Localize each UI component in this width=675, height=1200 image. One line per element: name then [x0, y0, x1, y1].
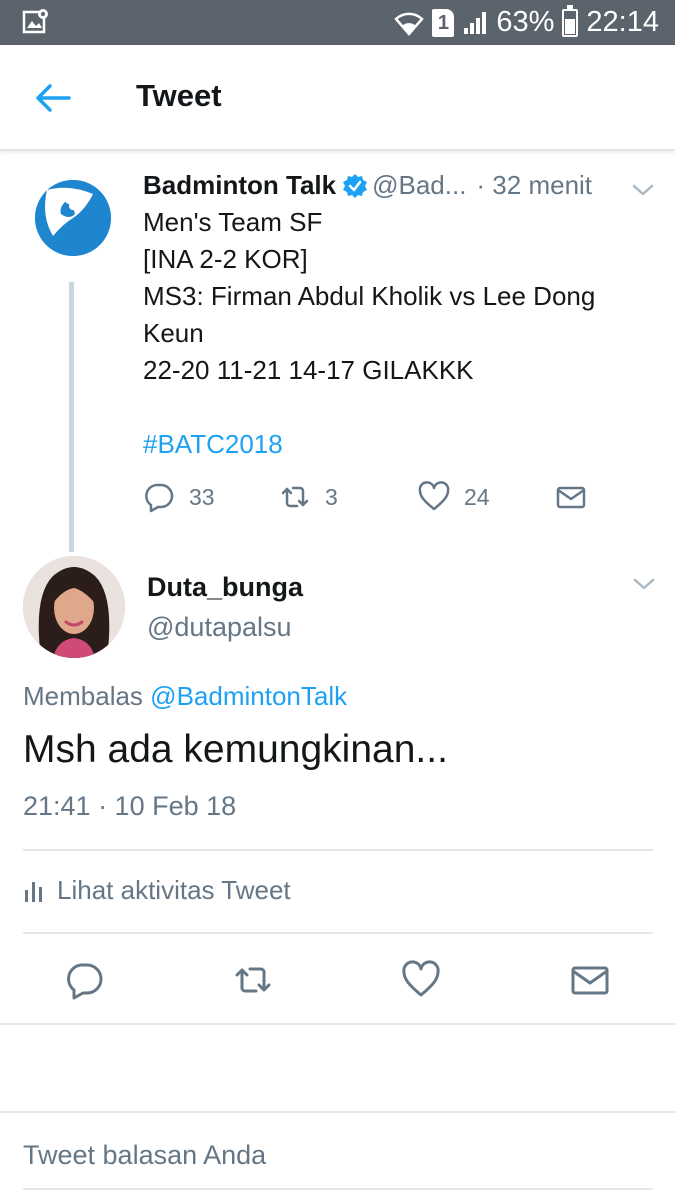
like-button[interactable] [401, 960, 441, 1000]
chevron-down-icon[interactable] [631, 574, 657, 594]
app-header: Tweet [0, 45, 675, 151]
reply-icon [145, 483, 174, 513]
tweet-text: Msh ada kemungkinan... [23, 728, 448, 771]
parent-author-handle[interactable]: @Bad... [372, 170, 466, 201]
heart-icon [418, 481, 450, 511]
envelope-icon [556, 486, 586, 509]
reply-button[interactable] [64, 960, 104, 1000]
hashtag-link[interactable]: #BATC2018 [143, 426, 648, 463]
reply-prefix: Membalas [23, 681, 143, 711]
battery-icon [562, 4, 579, 37]
reply-button[interactable]: 33 [143, 475, 215, 519]
verified-badge-icon [343, 173, 368, 198]
parent-author-name[interactable]: Badminton Talk [143, 170, 336, 201]
heart-icon [402, 960, 440, 997]
message-button[interactable] [555, 475, 587, 519]
tweet-activity-link[interactable]: Lihat aktivitas Tweet [23, 875, 291, 906]
divider [23, 849, 653, 851]
like-count: 24 [464, 483, 490, 510]
parent-tweet-header: Badminton Talk @Bad... · 32 menit [143, 170, 613, 201]
retweet-button[interactable]: 3 [279, 475, 338, 519]
divider [23, 932, 653, 934]
tweet-line: MS3: Firman Abdul Kholik vs Lee Dong [143, 281, 596, 311]
profile-photo [23, 556, 125, 658]
reply-composer-input[interactable]: Tweet balasan Anda [23, 1140, 266, 1171]
composer-top-border [0, 1111, 675, 1113]
duta-bunga-avatar[interactable] [23, 556, 125, 658]
divider [0, 1023, 675, 1025]
tweet-line: [INA 2-2 KOR] [143, 244, 308, 274]
parent-tweet-text: Men's Team SF [INA 2-2 KOR] MS3: Firman … [143, 204, 648, 463]
back-arrow-icon [36, 84, 71, 112]
retweet-icon [235, 967, 271, 993]
parent-tweet-actions: 33 3 24 [143, 475, 603, 519]
page-title: Tweet [136, 78, 222, 113]
replying-to: Membalas @BadmintonTalk [23, 681, 347, 712]
activity-label: Lihat aktivitas Tweet [57, 875, 291, 905]
tweet-line: 22-20 11-21 14-17 GILAKKK [143, 355, 474, 385]
wifi-icon [394, 12, 425, 36]
message-button[interactable] [570, 960, 610, 1000]
tweet-timestamp: 21:41 · 10 Feb 18 [23, 791, 237, 821]
status-indicators: 1 63% 22:14 [394, 0, 659, 45]
reply-count: 33 [189, 483, 215, 510]
parent-tweet-time: · 32 menit [476, 170, 593, 200]
bar-chart-icon [25, 881, 42, 902]
tweet-line: Keun [143, 318, 204, 348]
gallery-notification-icon [22, 9, 48, 34]
status-bar: 1 63% 22:14 [0, 0, 675, 45]
thread-line [69, 282, 74, 552]
badminton-logo-icon [35, 180, 111, 256]
signal-icon [464, 11, 487, 34]
chevron-down-icon[interactable] [630, 180, 656, 200]
clock: 22:14 [586, 6, 659, 38]
badminton-talk-avatar[interactable] [35, 180, 111, 256]
back-button[interactable] [30, 75, 76, 121]
battery-percent: 63% [496, 6, 555, 38]
reply-icon [67, 963, 103, 1000]
mention-link[interactable]: @BadmintonTalk [150, 681, 347, 711]
tweet-line: Men's Team SF [143, 207, 323, 237]
composer-underline [23, 1188, 653, 1190]
author-handle[interactable]: @dutapalsu [147, 612, 292, 643]
author-name[interactable]: Duta_bunga [147, 572, 303, 603]
tweet-actions [0, 955, 675, 1005]
retweet-icon [281, 486, 309, 508]
envelope-icon [571, 966, 609, 995]
sim-icon: 1 [432, 8, 455, 37]
retweet-count: 3 [325, 483, 338, 510]
like-button[interactable]: 24 [418, 475, 490, 519]
retweet-button[interactable] [233, 960, 273, 1000]
